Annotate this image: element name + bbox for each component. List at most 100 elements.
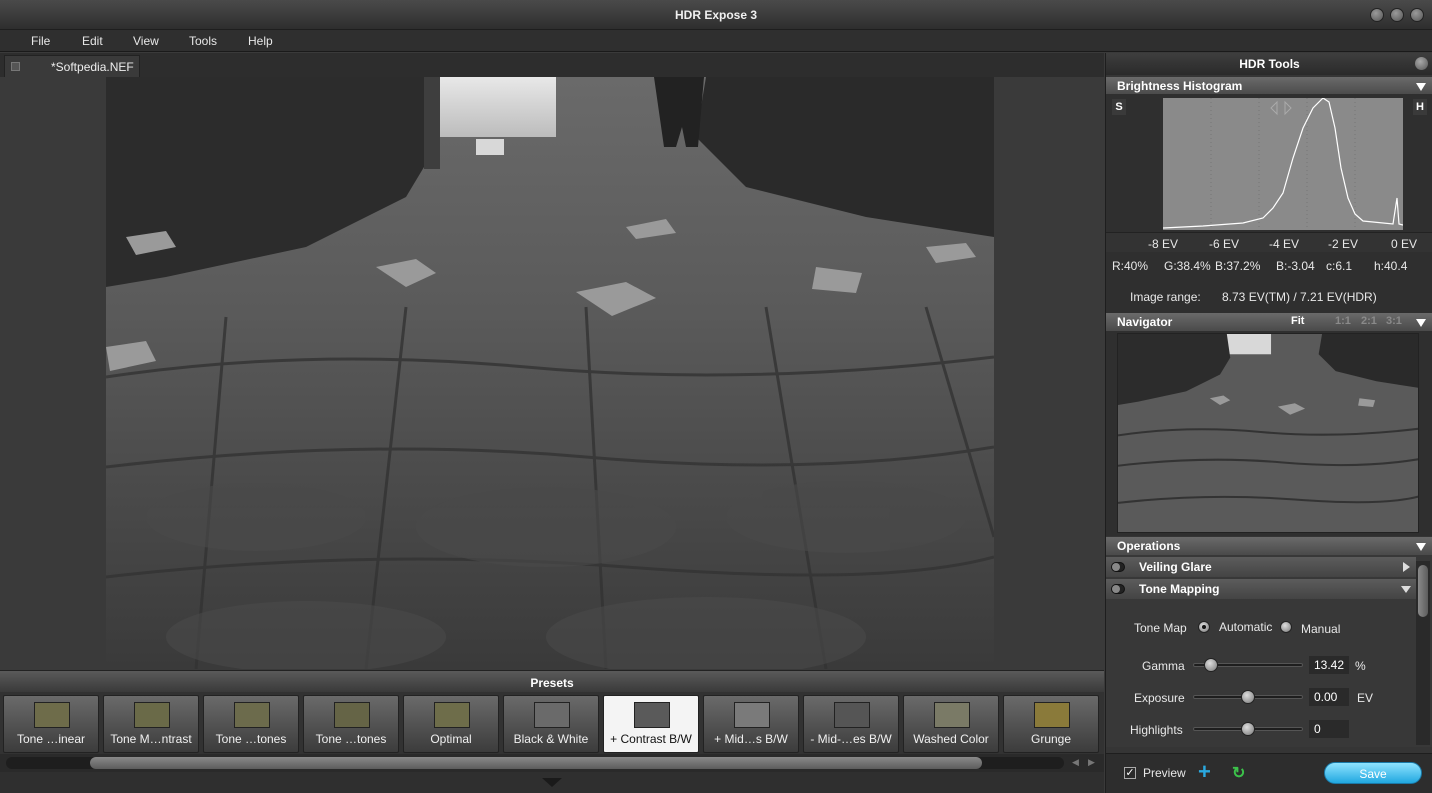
collapse-histogram-icon[interactable] [1416,83,1426,91]
ev-tick: -6 EV [1209,237,1240,251]
preset-grunge[interactable]: Grunge [1003,695,1099,753]
document-tab[interactable]: *Softpedia.NEF [4,55,140,77]
preset-tone-linear[interactable]: Tone …inear [3,695,99,753]
presets-header: Presets [0,670,1104,692]
preset-black-white[interactable]: Black & White [503,695,599,753]
exposure-label: Exposure [1134,691,1185,705]
preset-thumbnail [934,702,970,728]
maximize-button[interactable] [1390,8,1404,22]
menu-view[interactable]: View [133,34,159,48]
image-canvas[interactable] [0,77,1104,669]
veiling-glare-row[interactable]: Veiling Glare [1106,557,1416,577]
preset-label: + Mid…s B/W [714,732,788,746]
preset-tone-contrast[interactable]: Tone M…ntrast [103,695,199,753]
tone-mapping-row[interactable]: Tone Mapping [1106,579,1416,599]
menu-bar: File Edit View Tools Help [0,30,1432,52]
preset-tone-tones-2[interactable]: Tone …tones [303,695,399,753]
collapse-navigator-icon[interactable] [1416,319,1426,327]
ev-tick: -4 EV [1269,237,1300,251]
menu-tools[interactable]: Tools [189,34,217,48]
histogram-header[interactable]: Brightness Histogram [1106,77,1432,95]
operations-scrollbar[interactable] [1416,561,1430,745]
scrollbar-thumb[interactable] [90,757,982,769]
preset-label: + Contrast B/W [610,732,692,746]
manual-label: Manual [1301,622,1341,636]
gamma-unit: % [1355,659,1366,673]
ev-tick: -8 EV [1148,237,1179,251]
preset-label: Tone …tones [215,732,287,746]
operations-scrollbar-thumb[interactable] [1418,565,1428,617]
operations-header[interactable]: Operations [1106,537,1432,555]
preview-checkbox[interactable]: ✓ [1124,767,1136,779]
expand-down-icon[interactable] [1401,586,1411,593]
menu-file[interactable]: File [31,34,50,48]
zoom-1-1-option[interactable]: 1:1 [1335,315,1351,327]
manual-radio[interactable] [1280,621,1292,633]
ev-tick: 0 EV [1391,237,1418,251]
add-icon[interactable]: + [1198,759,1211,785]
preset-mid-bw-minus[interactable]: - Mid-…es B/W [803,695,899,753]
scroll-right-icon[interactable]: ▶ [1088,757,1095,768]
title-bar: HDR Expose 3 [0,0,1432,30]
veiling-glare-toggle[interactable] [1111,562,1125,572]
refresh-icon[interactable]: ↻ [1232,763,1245,783]
zoom-2-1-option[interactable]: 2:1 [1361,315,1377,327]
highlights-slider-knob[interactable] [1241,722,1255,736]
tone-mapping-label: Tone Mapping [1139,582,1220,596]
automatic-radio[interactable] [1198,621,1210,633]
gamma-slider-knob[interactable] [1204,658,1218,672]
gamma-slider[interactable] [1193,658,1303,672]
histogram-plot[interactable] [1162,97,1404,230]
collapse-operations-icon[interactable] [1416,543,1426,551]
stat-blue: B:37.2% [1215,259,1261,273]
collapse-presets-icon[interactable] [542,778,562,787]
preset-mid-bw-plus[interactable]: + Mid…s B/W [703,695,799,753]
presets-collapse-bar [0,772,1104,793]
stat-red: R:40% [1112,259,1149,273]
zoom-3-1-option[interactable]: 3:1 [1386,315,1402,327]
close-button[interactable] [1410,8,1424,22]
gamma-value-field[interactable]: 13.42 [1309,656,1349,674]
minimize-button[interactable] [1370,8,1384,22]
menu-help[interactable]: Help [248,34,273,48]
highlights-value-field[interactable]: 0 [1309,720,1349,738]
navigator-thumbnail[interactable] [1117,333,1419,533]
zoom-fit-option[interactable]: Fit [1291,315,1304,327]
main-photo [106,77,994,669]
hdr-tools-title: HDR Tools [1106,53,1432,75]
shadow-clip-button[interactable]: S [1112,99,1126,115]
exposure-slider-knob[interactable] [1241,690,1255,704]
tone-map-label: Tone Map [1134,621,1187,635]
preset-tone-tones-1[interactable]: Tone …tones [203,695,299,753]
highlight-clip-button[interactable]: H [1413,99,1427,115]
presets-scrollbar[interactable]: ◀ ▶ [0,754,1104,772]
expand-right-icon[interactable] [1403,562,1410,572]
preset-optimal[interactable]: Optimal [403,695,499,753]
preset-thumbnail [1034,702,1070,728]
preset-label: Tone …inear [16,732,86,746]
preset-washed-color[interactable]: Washed Color [903,695,999,753]
exposure-value-field[interactable]: 0.00 [1309,688,1349,706]
preset-thumbnail [134,702,170,728]
preset-label: Tone M…ntrast [110,732,192,746]
navigator-area [1106,331,1432,536]
stat-highlight: h:40.4 [1374,259,1408,273]
menu-edit[interactable]: Edit [82,34,103,48]
tab-close-icon[interactable] [11,62,20,71]
image-range-label: Image range: [1130,290,1201,304]
navigator-header[interactable]: Navigator Fit 1:1 2:1 3:1 [1106,313,1432,331]
window-title: HDR Expose 3 [674,8,758,22]
preview-label: Preview [1143,766,1186,780]
scroll-left-icon[interactable]: ◀ [1072,757,1079,768]
preset-thumbnail [534,702,570,728]
operations-header-label: Operations [1117,539,1181,553]
highlights-slider[interactable] [1193,722,1303,736]
exposure-slider[interactable] [1193,690,1303,704]
save-button[interactable]: Save [1324,762,1422,784]
preset-label: Optimal [430,732,472,746]
tone-mapping-toggle[interactable] [1111,584,1125,594]
preset-contrast-bw[interactable]: + Contrast B/W [603,695,699,753]
panel-close-icon[interactable] [1415,57,1428,70]
preset-label: - Mid-…es B/W [810,732,892,746]
stat-green: G:38.4% [1164,259,1211,273]
